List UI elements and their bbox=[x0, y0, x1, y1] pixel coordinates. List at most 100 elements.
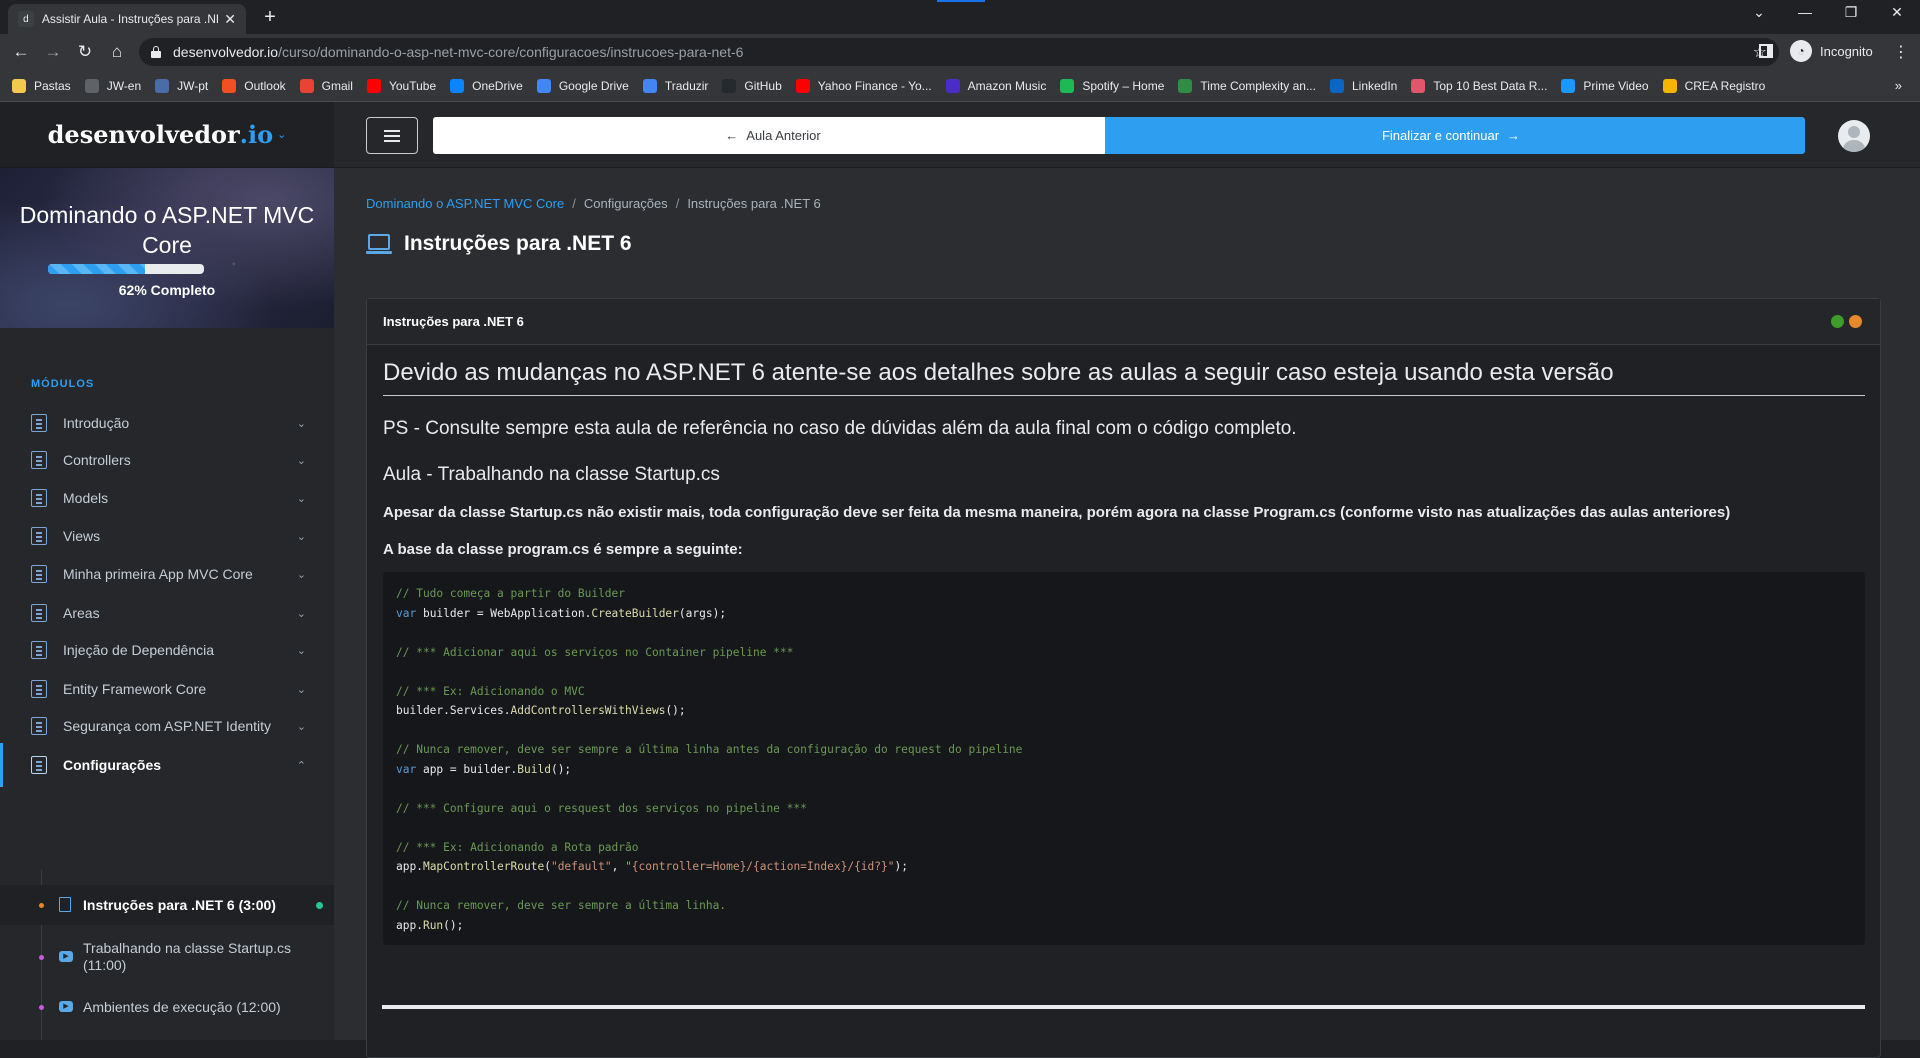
incognito-profile-button[interactable]: ◔ Incognito bbox=[1790, 40, 1873, 62]
chevron-down-icon: ⌄ bbox=[296, 607, 306, 620]
user-avatar[interactable] bbox=[1838, 120, 1870, 152]
book-icon bbox=[31, 414, 47, 432]
sidebar-module-configuracoes[interactable]: Configurações ⌃ bbox=[0, 743, 334, 787]
bookmark-item[interactable]: Pastas bbox=[12, 78, 71, 93]
course-progress-label: 62% Completo bbox=[118, 282, 216, 298]
book-icon bbox=[31, 604, 47, 622]
bookmark-item[interactable]: LinkedIn bbox=[1329, 78, 1397, 93]
sidebar-module-seguranca[interactable]: Segurança com ASP.NET Identity ⌄ bbox=[0, 704, 334, 748]
card-status-orange-dot[interactable] bbox=[1849, 315, 1862, 328]
card-status-green-dot[interactable] bbox=[1831, 315, 1844, 328]
menu-toggle-button[interactable] bbox=[366, 117, 418, 154]
bookmark-item[interactable]: Google Drive bbox=[536, 78, 629, 93]
music-icon bbox=[945, 78, 960, 93]
bookmark-label: Gmail bbox=[321, 78, 353, 93]
bookmark-item[interactable]: GitHub bbox=[722, 78, 782, 93]
bookmark-label: Amazon Music bbox=[967, 78, 1047, 93]
bookmark-item[interactable]: Prime Video bbox=[1561, 78, 1649, 93]
sidebar-module-injecao[interactable]: Injeção de Dependência ⌄ bbox=[0, 628, 334, 672]
tab-search-chevron-icon[interactable]: ⌄ bbox=[1736, 4, 1782, 21]
bookmark-label: Time Complexity an... bbox=[1200, 78, 1316, 93]
restore-button[interactable]: ❐ bbox=[1828, 4, 1874, 21]
book-icon bbox=[31, 641, 47, 659]
code-comment: // *** Adicionar aqui os serviços no Con… bbox=[396, 645, 794, 659]
code-function: AddControllersWithViews bbox=[510, 704, 666, 717]
code-text: app. bbox=[396, 918, 423, 932]
url-host: desenvolvedor.io bbox=[173, 44, 279, 60]
brand-logo[interactable]: desenvolvedor .io ⌄ bbox=[0, 102, 334, 168]
microsoft-icon bbox=[222, 78, 237, 93]
bookmark-item[interactable]: Traduzir bbox=[642, 78, 708, 93]
bookmark-item[interactable]: JW-en bbox=[84, 78, 141, 93]
breadcrumb-course-link[interactable]: Dominando o ASP.NET MVC Core bbox=[366, 196, 564, 211]
hamburger-icon-bar bbox=[384, 134, 400, 137]
bookmark-label: Outlook bbox=[244, 78, 286, 93]
content-paragraph: Apesar da classe Startup.cs não existir … bbox=[383, 504, 1731, 521]
lock-icon[interactable] bbox=[151, 46, 161, 58]
translate-icon bbox=[642, 78, 657, 93]
chevron-up-icon: ⌃ bbox=[296, 759, 306, 772]
tab-search-indicator bbox=[937, 0, 985, 2]
cloud-icon bbox=[450, 78, 465, 93]
course-progress-bar bbox=[48, 264, 204, 274]
tab-close-icon[interactable]: ✕ bbox=[224, 11, 236, 28]
document-icon bbox=[59, 897, 71, 912]
finish-continue-label: Finalizar e continuar bbox=[1381, 128, 1500, 143]
gmail-icon bbox=[299, 78, 314, 93]
chevron-down-icon[interactable]: ⌄ bbox=[277, 128, 286, 141]
code-text: (); bbox=[665, 704, 686, 717]
code-text: builder.Services. bbox=[396, 704, 511, 717]
new-tab-button[interactable]: + bbox=[258, 6, 282, 29]
bookmark-item[interactable]: Outlook bbox=[222, 78, 286, 93]
bookmark-item[interactable]: YouTube bbox=[366, 78, 437, 93]
module-label: Views bbox=[63, 528, 101, 544]
lesson-item-startup[interactable]: ▶ Trabalhando na classe Startup.cs (11:0… bbox=[0, 935, 334, 979]
code-comment: // *** Ex: Adicionando a Rota padrão bbox=[396, 840, 639, 854]
sidebar-module-primeira-app[interactable]: Minha primeira App MVC Core ⌄ bbox=[0, 552, 334, 596]
close-window-button[interactable]: ✕ bbox=[1874, 4, 1920, 21]
back-button[interactable]: ← bbox=[10, 41, 32, 63]
video-icon: ▶ bbox=[59, 951, 73, 962]
bookmark-label: YouTube bbox=[388, 78, 437, 93]
bookmark-item[interactable]: Gmail bbox=[299, 78, 353, 93]
brand-name: desenvolvedor bbox=[47, 120, 240, 149]
google-icon bbox=[536, 78, 551, 93]
code-text: (); bbox=[443, 918, 464, 932]
home-button[interactable]: ⌂ bbox=[106, 41, 128, 63]
bookmark-item[interactable]: CREA Registro bbox=[1662, 78, 1765, 93]
module-label: Introdução bbox=[63, 415, 130, 431]
bookmark-item[interactable]: Spotify – Home bbox=[1060, 78, 1164, 93]
bookmark-item[interactable]: Yahoo Finance - Yo... bbox=[795, 78, 932, 93]
lesson-item-ambientes[interactable]: ▶ Ambientes de execução (12:00) bbox=[0, 990, 334, 1024]
forward-button[interactable]: → bbox=[42, 41, 64, 63]
bookmark-item[interactable]: JW-pt bbox=[155, 78, 209, 93]
folder-icon bbox=[12, 78, 26, 93]
code-text: ); bbox=[894, 860, 908, 873]
bookmarks-overflow-icon[interactable]: » bbox=[1895, 78, 1902, 93]
bookmark-item[interactable]: Time Complexity an... bbox=[1178, 78, 1316, 93]
web-page: desenvolvedor .io ⌄ Dominando o ASP.NET M… bbox=[0, 102, 1920, 1058]
chevron-down-icon: ⌄ bbox=[296, 492, 306, 505]
bookmark-label: Google Drive bbox=[558, 78, 629, 93]
finish-continue-button[interactable]: Finalizar e continuar → bbox=[1105, 117, 1805, 154]
reload-button[interactable]: ↻ bbox=[74, 41, 96, 63]
bookmark-item[interactable]: OneDrive bbox=[450, 78, 523, 93]
code-text: ( bbox=[544, 860, 551, 873]
lesson-item-instrucoes[interactable]: Instruções para .NET 6 (3:00) bbox=[0, 885, 334, 925]
page-title-text: Instruções para .NET 6 bbox=[404, 232, 632, 255]
browser-tabstrip: d Assistir Aula - Instruções para .NET 6… bbox=[0, 0, 1920, 34]
browser-tab[interactable]: d Assistir Aula - Instruções para .NET 6… bbox=[8, 4, 246, 34]
previous-lesson-button[interactable]: ← Aula Anterior bbox=[433, 117, 1105, 154]
module-label: Minha primeira App MVC Core bbox=[63, 566, 253, 582]
bookmark-label: JW-pt bbox=[177, 78, 209, 93]
book-icon bbox=[31, 527, 47, 545]
code-function: MapControllerRoute bbox=[422, 860, 545, 873]
minimize-button[interactable]: — bbox=[1782, 4, 1828, 20]
address-bar[interactable]: desenvolvedor.io/curso/dominando-o-asp-n… bbox=[139, 38, 1779, 66]
side-panel-icon[interactable] bbox=[1759, 44, 1773, 58]
code-text: , bbox=[611, 860, 626, 873]
code-comment: // Tudo começa a partir do Builder bbox=[396, 587, 626, 600]
bookmark-item[interactable]: Top 10 Best Data R... bbox=[1411, 78, 1547, 93]
bookmark-item[interactable]: Amazon Music bbox=[945, 78, 1047, 93]
browser-menu-icon[interactable]: ⋮ bbox=[1893, 42, 1909, 62]
